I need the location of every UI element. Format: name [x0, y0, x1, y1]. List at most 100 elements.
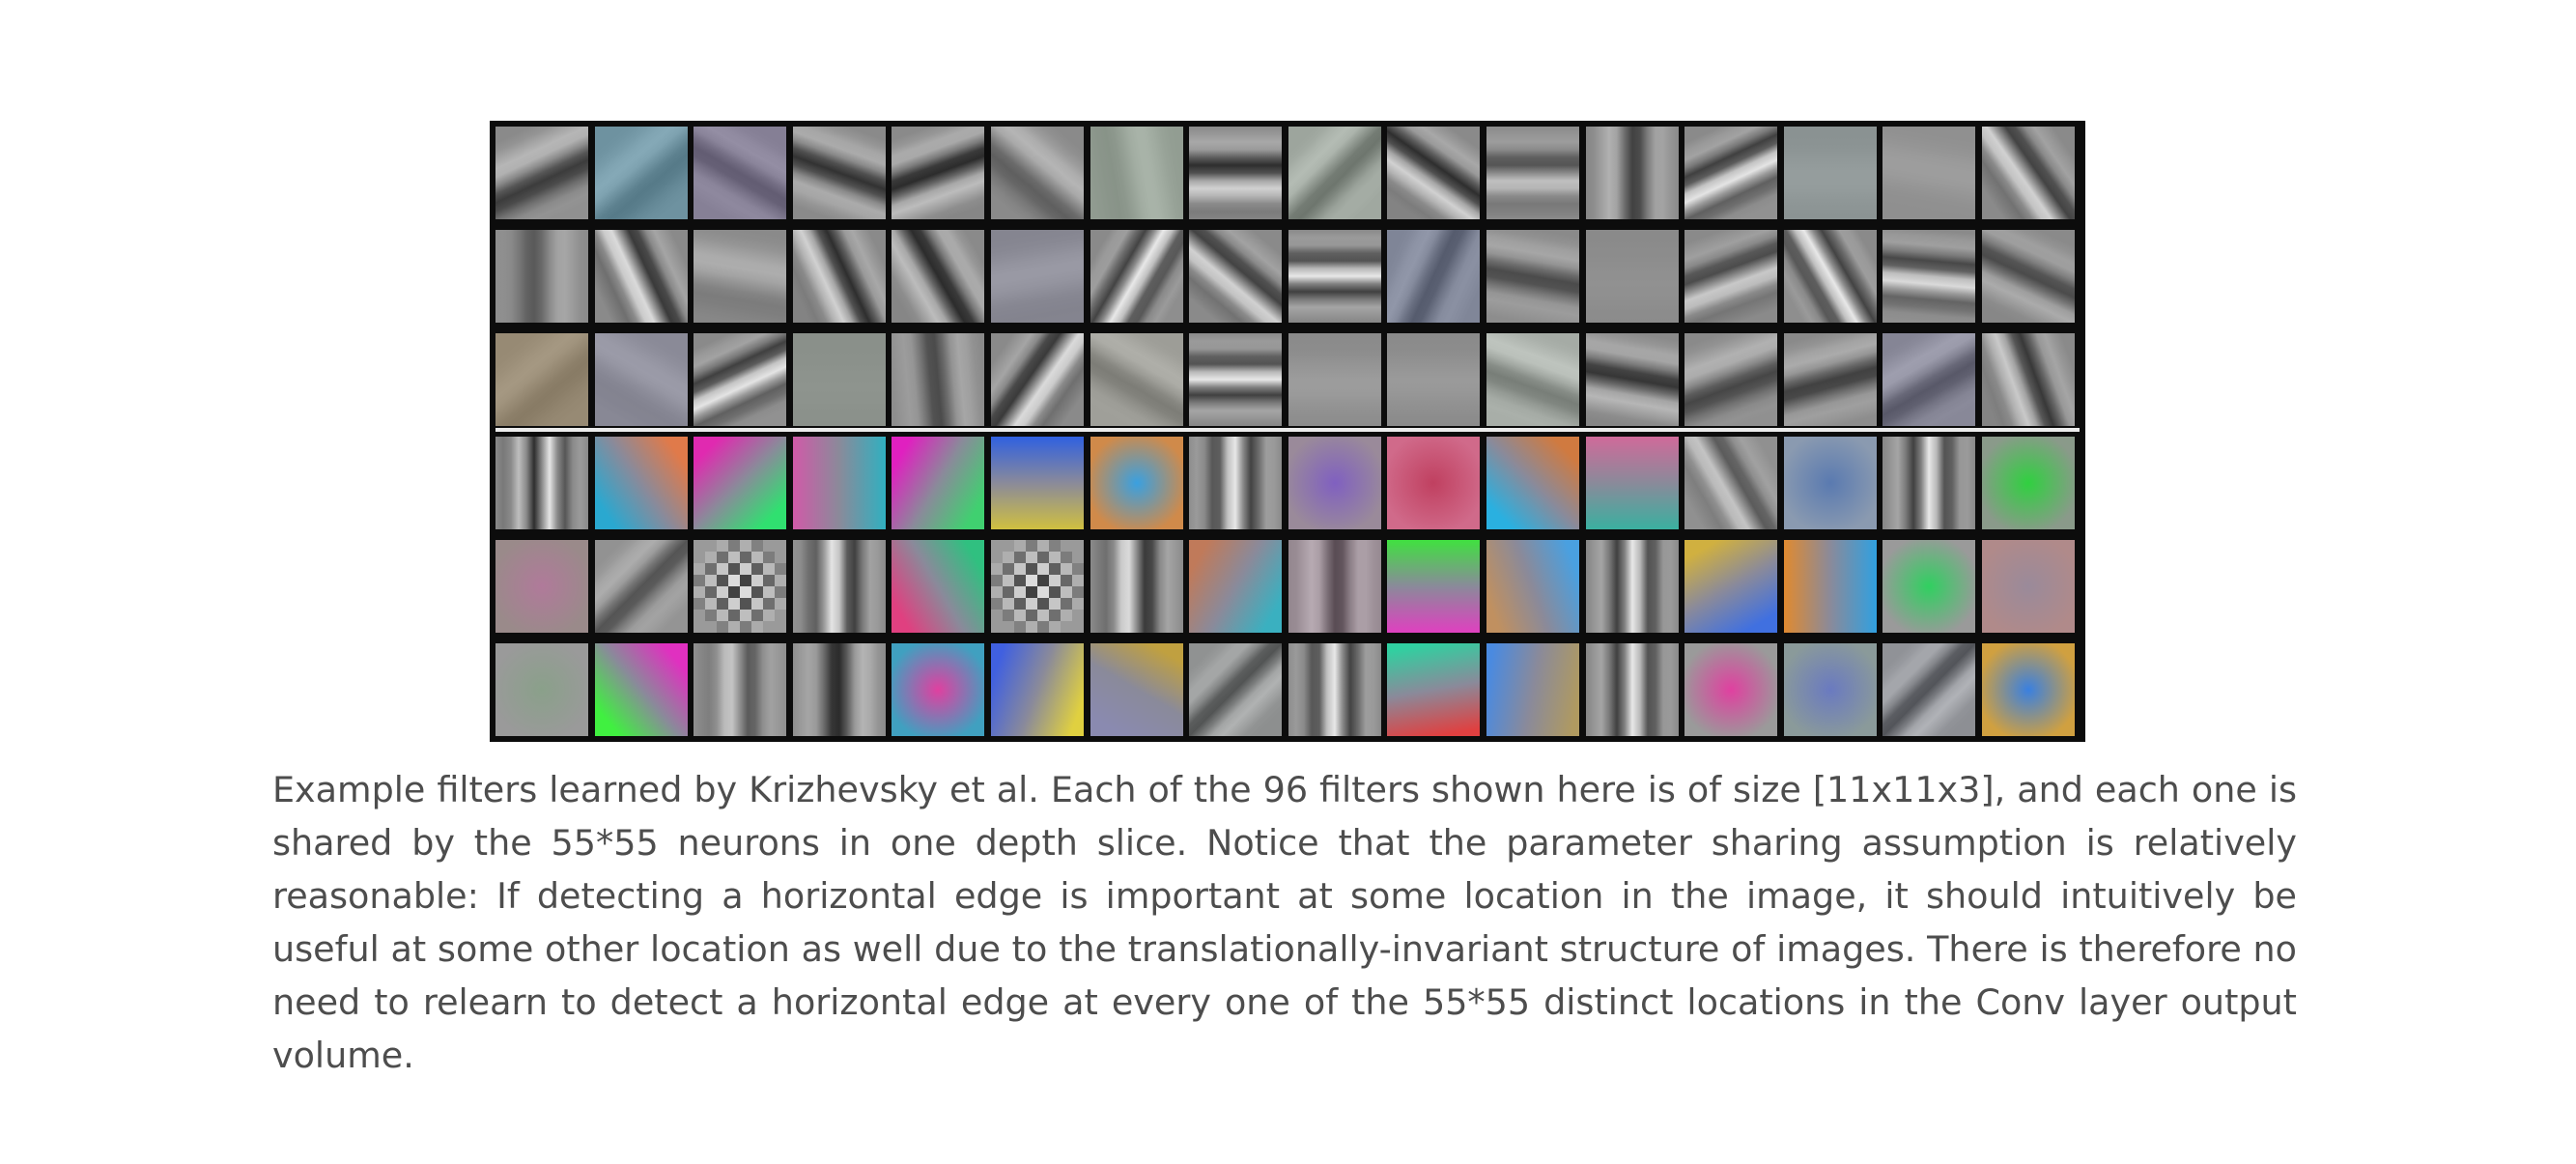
filter-thumbnail: [1486, 230, 1579, 323]
filter-thumbnail: [694, 437, 787, 529]
filter-thumbnail: [1486, 127, 1579, 219]
filter-thumbnail: [1189, 230, 1283, 323]
filter-thumbnail: [990, 127, 1084, 219]
filter-thumbnail: [892, 127, 985, 219]
filter-thumbnail: [990, 643, 1084, 736]
filter-thumbnail: [1189, 643, 1283, 736]
filter-thumbnail: [495, 127, 588, 219]
filter-thumbnail: [1882, 540, 1976, 633]
filter-thumbnail: [1684, 643, 1778, 736]
filter-thumbnail: [1684, 230, 1778, 323]
filter-thumbnail: [1783, 333, 1877, 426]
filter-thumbnail: [594, 127, 688, 219]
filter-thumbnail: [892, 437, 985, 529]
filter-thumbnail: [594, 437, 688, 529]
filter-thumbnail: [1486, 333, 1579, 426]
filter-thumbnail: [1981, 643, 2075, 736]
filter-thumbnail: [1387, 127, 1481, 219]
filter-thumbnail: [1585, 437, 1679, 529]
filter-thumbnail: [1189, 333, 1283, 426]
filter-thumbnail: [1189, 540, 1283, 633]
filter-thumbnail: [1387, 333, 1481, 426]
filter-thumbnail: [990, 437, 1084, 529]
filter-thumbnail: [792, 437, 886, 529]
filter-thumbnail: [495, 333, 588, 426]
filter-thumbnail: [1981, 230, 2075, 323]
filter-thumbnail: [1090, 333, 1183, 426]
filter-thumbnail: [892, 643, 985, 736]
filter-band-color: [495, 437, 2080, 736]
filter-thumbnail: [694, 643, 787, 736]
filter-thumbnail: [1783, 540, 1877, 633]
figure-caption: Example filters learned by Krizhevsky et…: [272, 769, 2297, 1076]
filter-thumbnail: [1090, 230, 1183, 323]
filter-thumbnail: [1585, 127, 1679, 219]
filter-thumbnail: [792, 333, 886, 426]
filter-thumbnail: [1288, 333, 1381, 426]
filters-figure: [490, 121, 2085, 742]
filter-thumbnail: [1090, 540, 1183, 633]
filter-thumbnail: [594, 333, 688, 426]
filter-thumbnail: [1783, 643, 1877, 736]
filter-thumbnail: [1585, 540, 1679, 633]
filter-thumbnail: [495, 643, 588, 736]
filter-thumbnail: [1486, 437, 1579, 529]
filter-thumbnail: [694, 333, 787, 426]
filter-thumbnail: [1981, 540, 2075, 633]
filter-thumbnail: [892, 333, 985, 426]
filter-thumbnail: [1783, 127, 1877, 219]
filter-thumbnail: [1189, 437, 1283, 529]
filter-thumbnail: [1882, 333, 1976, 426]
filter-thumbnail: [1486, 540, 1579, 633]
filter-thumbnail: [990, 333, 1084, 426]
filter-thumbnail: [1783, 230, 1877, 323]
filter-thumbnail: [495, 437, 588, 529]
filter-thumbnail: [594, 643, 688, 736]
filter-thumbnail: [1981, 127, 2075, 219]
filter-thumbnail: [1585, 643, 1679, 736]
filter-thumbnail: [1288, 127, 1381, 219]
filter-thumbnail: [792, 540, 886, 633]
filter-thumbnail: [990, 230, 1084, 323]
filter-thumbnail: [1189, 127, 1283, 219]
filter-thumbnail: [1684, 437, 1778, 529]
filter-thumbnail: [594, 540, 688, 633]
filter-thumbnail: [892, 540, 985, 633]
band-divider: [495, 428, 2080, 432]
filter-thumbnail: [495, 230, 588, 323]
filter-thumbnail: [1882, 127, 1976, 219]
filter-thumbnail: [1090, 643, 1183, 736]
filter-thumbnail: [1981, 333, 2075, 426]
filter-thumbnail: [892, 230, 985, 323]
filter-thumbnail: [1387, 643, 1481, 736]
filter-grid: [495, 127, 2080, 736]
filter-thumbnail: [990, 540, 1084, 633]
filter-thumbnail: [1684, 127, 1778, 219]
filter-thumbnail: [1981, 437, 2075, 529]
filter-thumbnail: [694, 540, 787, 633]
filter-thumbnail: [694, 230, 787, 323]
filter-thumbnail: [1387, 437, 1481, 529]
filter-thumbnail: [792, 230, 886, 323]
filter-thumbnail: [1288, 540, 1381, 633]
filter-thumbnail: [1090, 437, 1183, 529]
filter-thumbnail: [1288, 230, 1381, 323]
filter-thumbnail: [1090, 127, 1183, 219]
filter-thumbnail: [1486, 643, 1579, 736]
filter-thumbnail: [1288, 437, 1381, 529]
filter-thumbnail: [792, 643, 886, 736]
filter-thumbnail: [1684, 333, 1778, 426]
filter-thumbnail: [1882, 230, 1976, 323]
filter-thumbnail: [1882, 643, 1976, 736]
filter-thumbnail: [495, 540, 588, 633]
filter-thumbnail: [1387, 540, 1481, 633]
filter-thumbnail: [1585, 230, 1679, 323]
filter-thumbnail: [1783, 437, 1877, 529]
filter-thumbnail: [694, 127, 787, 219]
filter-thumbnail: [594, 230, 688, 323]
filter-thumbnail: [1684, 540, 1778, 633]
filter-thumbnail: [1585, 333, 1679, 426]
filter-thumbnail: [1288, 643, 1381, 736]
filter-thumbnail: [792, 127, 886, 219]
filter-thumbnail: [1387, 230, 1481, 323]
